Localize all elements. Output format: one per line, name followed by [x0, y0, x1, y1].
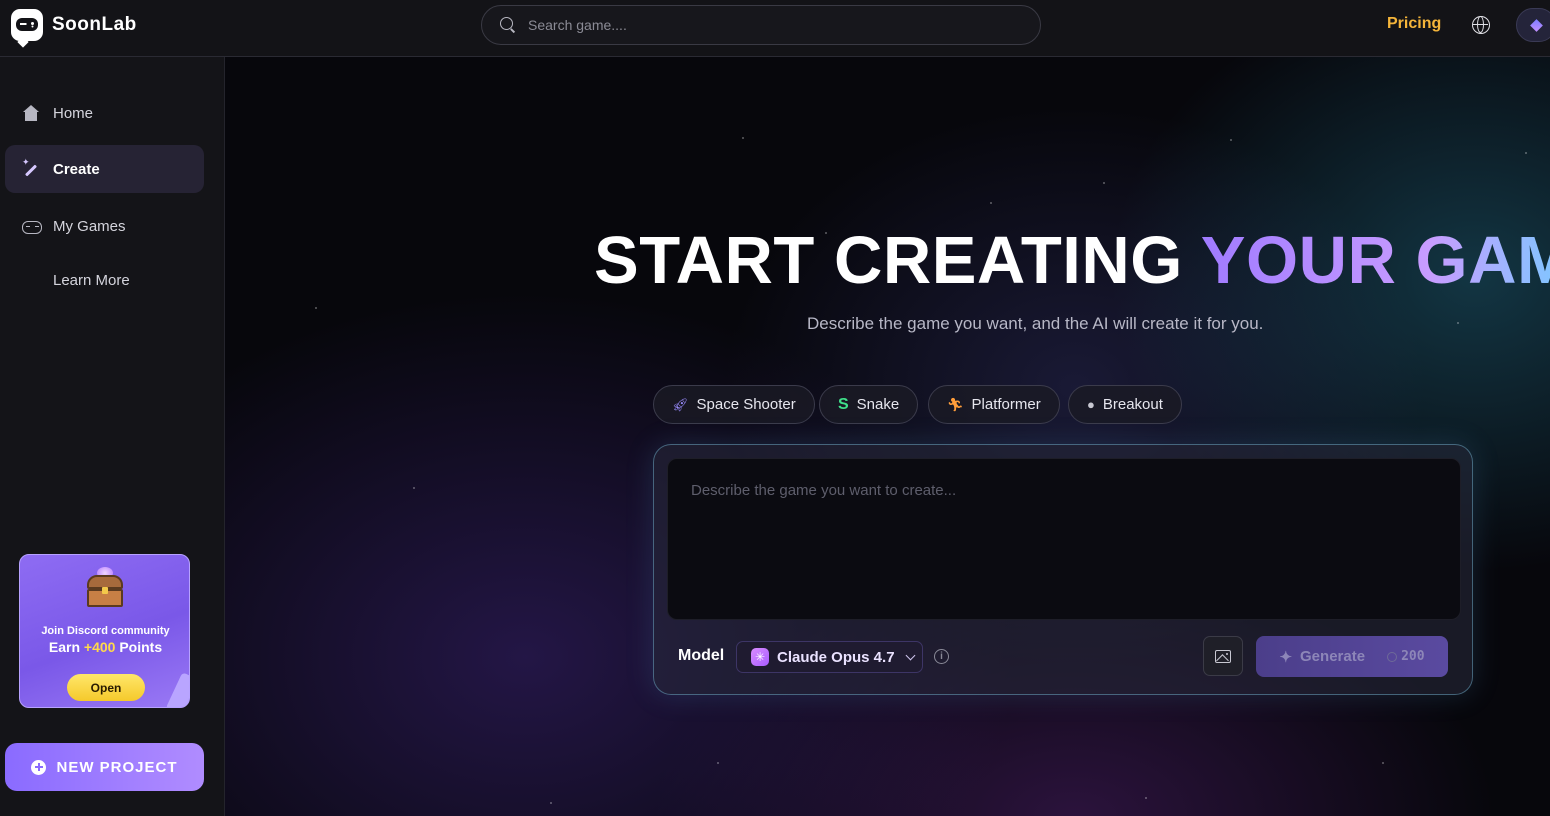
gamepad-icon: [22, 218, 42, 235]
star-decoration: [1457, 322, 1459, 324]
model-label: Model: [678, 647, 725, 664]
generate-cost: 200: [1387, 649, 1425, 664]
sidebar-item-label: Learn More: [53, 271, 130, 289]
search-input[interactable]: [528, 17, 1008, 33]
search-bar[interactable]: [481, 5, 1041, 45]
star-decoration: [990, 202, 992, 204]
chevron-down-icon: [905, 650, 915, 660]
runner-icon: 🏃︎: [947, 397, 964, 412]
sparkle-icon: ✦: [1279, 648, 1293, 666]
star-decoration: [550, 802, 552, 804]
promo-title: Join Discord community: [41, 625, 170, 637]
game-description-input[interactable]: [667, 458, 1461, 620]
star-decoration: [1230, 139, 1232, 141]
snake-icon: S: [838, 395, 849, 413]
star-decoration: [1382, 762, 1384, 764]
claude-icon: ✳: [751, 648, 769, 666]
search-icon: [500, 17, 516, 33]
star-decoration: [1145, 797, 1147, 799]
star-decoration: [413, 487, 415, 489]
generate-label: Generate: [1300, 648, 1366, 665]
chip-label: Space Shooter: [696, 396, 796, 413]
points-value: +400: [83, 639, 116, 655]
chip-label: Platformer: [971, 396, 1041, 413]
page-title: START CREATING YOUR GAME: [594, 225, 1550, 297]
globe-icon[interactable]: [1472, 16, 1490, 34]
discord-promo-card[interactable]: Join Discord community Earn +400 Points …: [19, 554, 190, 708]
logo-gamepad-icon: [11, 9, 43, 48]
new-project-label: NEW PROJECT: [56, 758, 178, 776]
logo[interactable]: SoonLab: [11, 9, 137, 48]
chip-snake[interactable]: S Snake: [819, 385, 919, 424]
pricing-link[interactable]: Pricing: [1387, 15, 1441, 33]
page-subtitle: Describe the game you want, and the AI w…: [807, 314, 1264, 333]
ball-icon: ●: [1087, 397, 1095, 412]
new-project-button[interactable]: NEW PROJECT: [5, 743, 204, 791]
home-icon: [22, 104, 39, 122]
title-highlight: YOUR GAME: [1201, 223, 1550, 298]
image-icon: [1215, 650, 1231, 663]
generate-button[interactable]: ✦ Generate 200: [1256, 636, 1448, 677]
star-decoration: [1103, 182, 1105, 184]
chip-label: Breakout: [1102, 396, 1163, 413]
sidebar-item-label: My Games: [53, 217, 126, 235]
prompt-card: Model ✳ Claude Opus 4.7 i ✦ Generate 200: [653, 444, 1473, 695]
star-decoration: [315, 307, 317, 309]
sidebar-item-my-games[interactable]: My Games: [5, 202, 204, 250]
main-content: START CREATING YOUR GAME Describe the ga…: [225, 57, 1550, 816]
cost-value: 200: [1401, 649, 1425, 664]
plus-circle-icon: [31, 759, 47, 775]
diamond-icon: [1530, 19, 1543, 32]
chip-label: Snake: [856, 396, 900, 413]
wand-icon: [22, 157, 39, 178]
chip-platformer[interactable]: 🏃︎ Platformer: [928, 385, 1060, 424]
promo-open-button[interactable]: Open: [67, 674, 145, 701]
promo-points-text: Earn +400 Points: [48, 639, 163, 655]
info-icon[interactable]: i: [934, 649, 949, 664]
grid-icon: [22, 272, 39, 289]
avatar[interactable]: [1516, 8, 1550, 42]
sidebar: Home Create My Games Learn More Join Dis…: [0, 57, 225, 816]
star-decoration: [742, 137, 744, 139]
sidebar-item-label: Home: [53, 104, 94, 122]
coin-icon: [1387, 651, 1398, 662]
rocket-icon: 🚀︎: [672, 397, 689, 412]
chip-space-shooter[interactable]: 🚀︎ Space Shooter: [653, 385, 815, 424]
star-decoration: [1525, 152, 1527, 154]
model-select[interactable]: ✳ Claude Opus 4.7: [736, 641, 923, 673]
top-bar: SoonLab Pricing: [0, 0, 1550, 57]
sidebar-item-label: Create: [53, 160, 100, 178]
sidebar-item-home[interactable]: Home: [5, 89, 204, 137]
sidebar-item-create[interactable]: Create: [5, 145, 204, 193]
treasure-chest-icon: [83, 567, 127, 609]
app-name: SoonLab: [52, 14, 137, 35]
chip-breakout[interactable]: ● Breakout: [1068, 385, 1182, 424]
model-value: Claude Opus 4.7: [777, 648, 895, 666]
sidebar-item-learn-more[interactable]: Learn More: [5, 256, 204, 304]
upload-image-button[interactable]: [1203, 636, 1243, 676]
star-decoration: [717, 762, 719, 764]
